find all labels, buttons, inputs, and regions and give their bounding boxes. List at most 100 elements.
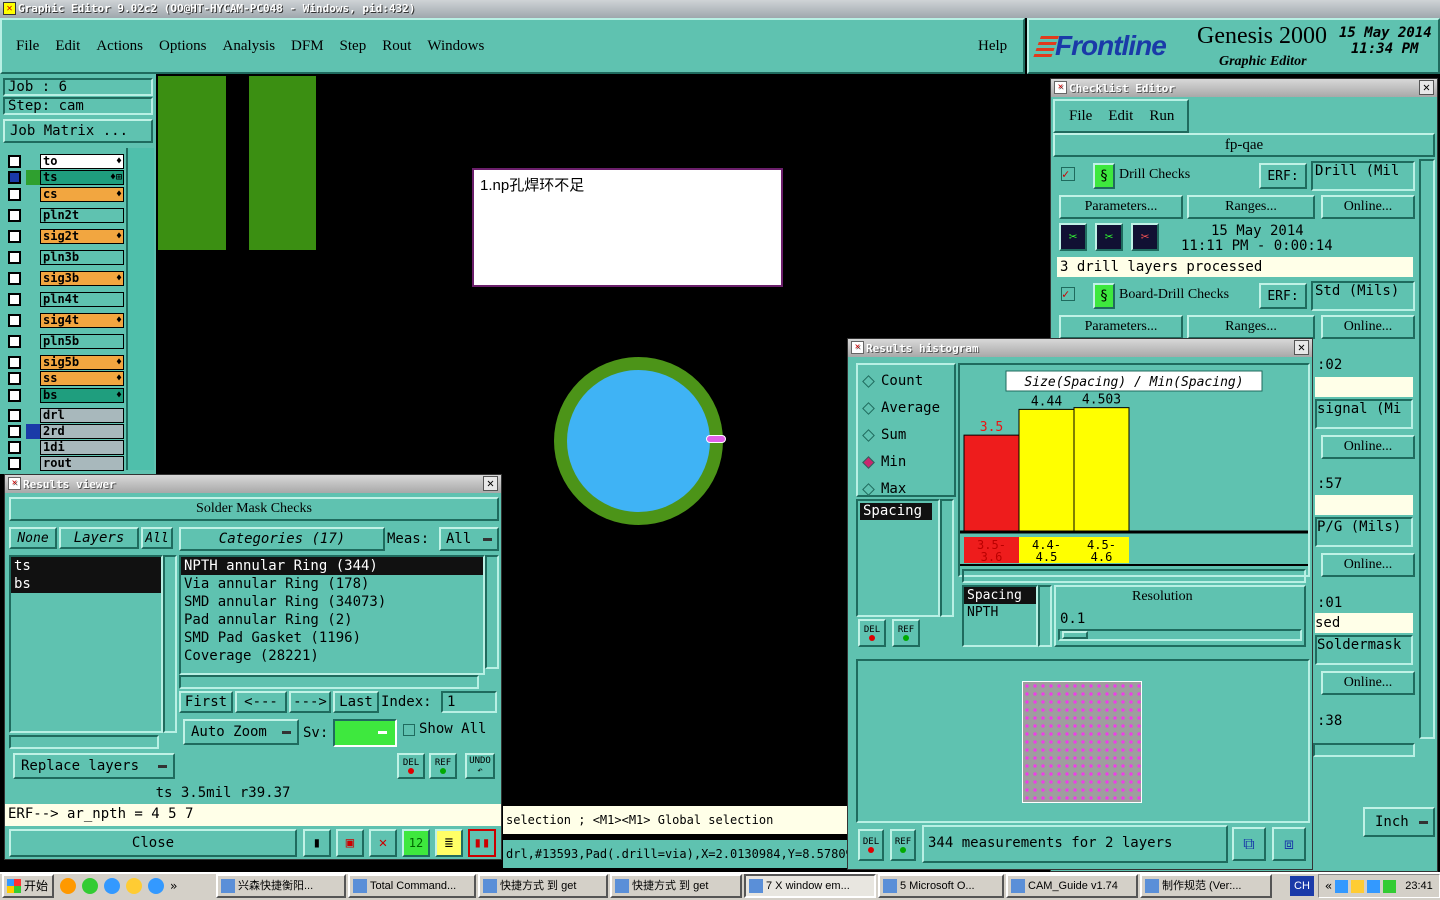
all-button[interactable]: All <box>141 527 173 549</box>
menu-rout[interactable]: Rout <box>382 38 411 55</box>
layer-row-cs[interactable]: cs ♦ <box>6 187 124 202</box>
chevron-right-icon[interactable]: » <box>170 879 177 893</box>
menu-step[interactable]: Step <box>340 38 367 55</box>
layer-checkbox[interactable] <box>8 356 21 369</box>
lang-indicator[interactable]: CH <box>1290 876 1314 896</box>
layer-color-swatch[interactable] <box>26 292 40 307</box>
layer-color-swatch[interactable] <box>26 250 40 265</box>
menu-windows[interactable]: Windows <box>427 38 484 55</box>
fragment-erf-soldermask[interactable]: Soldermask <box>1315 635 1413 665</box>
layer-name[interactable]: sig5b <box>40 355 124 370</box>
app-launch-icon[interactable] <box>148 878 164 894</box>
mode-radio-max[interactable]: Max <box>862 479 906 499</box>
start-button[interactable]: 开始 <box>2 874 54 898</box>
drill-ranges-button[interactable]: Ranges... <box>1187 195 1315 219</box>
run-icon[interactable]: ✂ <box>1095 223 1123 251</box>
next-button[interactable]: ---> <box>289 691 331 713</box>
fragment-erf-signal[interactable]: signal (Mi <box>1315 399 1413 429</box>
layer-row-1di[interactable]: 1di <box>6 440 124 455</box>
undo-button[interactable]: UNDO ↶ <box>465 753 495 779</box>
measure-item[interactable]: NPTH <box>964 604 1036 621</box>
board-ranges-button[interactable]: Ranges... <box>1187 315 1315 339</box>
category-item[interactable]: Via annular Ring (178) <box>181 575 483 593</box>
hist-ref-button[interactable]: REF <box>892 619 920 647</box>
menu-analysis[interactable]: Analysis <box>223 38 276 55</box>
layer-color-swatch[interactable] <box>26 334 40 349</box>
zoom-fit-icon[interactable]: ⧉ <box>1232 827 1266 861</box>
result-layer-item[interactable]: ts <box>11 557 161 575</box>
layer-checkbox[interactable] <box>8 188 21 201</box>
layer-row-sig2t[interactable]: sig2t ♦ <box>6 229 124 244</box>
layer-row-pln3b[interactable]: pln3b <box>6 250 124 265</box>
layer-name[interactable]: rout <box>40 456 124 471</box>
job-matrix-button[interactable]: Job Matrix ... <box>3 119 153 143</box>
none-button[interactable]: None <box>9 527 57 549</box>
layer-checkbox[interactable] <box>8 314 21 327</box>
layer-row-sig4t[interactable]: sig4t ♦ <box>6 313 124 328</box>
app-launch-icon[interactable] <box>82 878 98 894</box>
app-launch-icon[interactable] <box>126 878 142 894</box>
layer-checkbox[interactable] <box>8 251 21 264</box>
close-icon[interactable]: ✕ <box>1419 80 1434 95</box>
layer-color-swatch[interactable] <box>26 456 40 471</box>
layer-row-pln4t[interactable]: pln4t <box>6 292 124 307</box>
index-input[interactable]: 1 <box>441 691 497 713</box>
layer-name[interactable]: bs <box>40 388 124 403</box>
layer-checkbox[interactable] <box>8 441 21 454</box>
board-parameters-button[interactable]: Parameters... <box>1059 315 1183 339</box>
layer-checkbox[interactable] <box>8 171 21 184</box>
layer-row-to[interactable]: to ♦ <box>6 154 124 169</box>
layer-row-rout[interactable]: rout <box>6 456 124 471</box>
fragment-online-1[interactable]: Online... <box>1321 435 1415 459</box>
taskbar-item[interactable]: CAM_Guide v1.74 <box>1006 874 1138 898</box>
replace-layers-dropdown[interactable]: Replace layers <box>13 753 175 779</box>
layer-checkbox[interactable] <box>8 457 21 470</box>
first-button[interactable]: First <box>179 691 233 713</box>
layer-list-hscroll[interactable] <box>9 735 159 749</box>
select-icon[interactable]: ▣ <box>336 829 364 857</box>
layer-color-swatch[interactable] <box>26 187 40 202</box>
chevron-left-icon[interactable]: « <box>1325 879 1332 893</box>
type-list[interactable]: Spacing <box>856 499 940 617</box>
layers-button[interactable]: Layers <box>59 527 139 549</box>
checklist-menu-edit[interactable]: Edit <box>1108 108 1133 125</box>
count-icon[interactable]: 12 <box>402 829 430 857</box>
layer-checkbox[interactable] <box>8 230 21 243</box>
layer-name[interactable]: cs <box>40 187 124 202</box>
layer-list-scrollbar[interactable] <box>163 555 177 733</box>
layer-name[interactable]: pln5b <box>40 334 124 349</box>
results-viewer-titlebar[interactable]: ✕ Results viewer ✕ <box>5 475 501 493</box>
taskbar-item[interactable]: 兴森快捷衡阳... <box>216 874 346 898</box>
category-item[interactable]: Pad annular Ring (2) <box>181 611 483 629</box>
slider-thumb[interactable] <box>1062 631 1088 639</box>
taskbar-item[interactable]: 快捷方式 到 get <box>610 874 742 898</box>
layer-checkbox[interactable] <box>8 389 21 402</box>
menu-dfm[interactable]: DFM <box>291 38 324 55</box>
layer-checkbox[interactable] <box>8 372 21 385</box>
type-list-scrollbar[interactable] <box>940 499 954 617</box>
layer-color-swatch[interactable] <box>26 313 40 328</box>
report-icon[interactable]: ≣ <box>435 829 463 857</box>
layer-name[interactable]: to <box>40 154 124 169</box>
layer-checkbox[interactable] <box>8 335 21 348</box>
layer-checkbox[interactable] <box>8 272 21 285</box>
layer-color-swatch[interactable] <box>26 154 40 169</box>
close-button[interactable]: Close <box>9 829 297 857</box>
layer-name[interactable]: ss <box>40 371 124 386</box>
category-item[interactable]: SMD annular Ring (34073) <box>181 593 483 611</box>
layer-checkbox[interactable] <box>8 209 21 222</box>
taskbar-item[interactable]: Total Command... <box>348 874 476 898</box>
type-item[interactable]: Spacing <box>860 503 932 520</box>
tray-icon[interactable] <box>1367 879 1381 893</box>
close-icon[interactable]: ✕ <box>1294 340 1309 355</box>
fragment-online-3[interactable]: Online... <box>1321 671 1415 695</box>
show-all-checkbox[interactable] <box>403 724 415 736</box>
drill-parameters-button[interactable]: Parameters... <box>1059 195 1183 219</box>
tray-icon[interactable] <box>1383 879 1397 893</box>
measure-list[interactable]: Spacing NPTH <box>962 585 1038 647</box>
delete-icon[interactable]: ✕ <box>369 829 397 857</box>
layer-row-ts[interactable]: ts ♦⊞ <box>6 170 124 185</box>
layer-name[interactable]: pln2t <box>40 208 124 223</box>
chart-hscroll[interactable] <box>962 569 1306 583</box>
menu-file[interactable]: File <box>16 38 39 55</box>
